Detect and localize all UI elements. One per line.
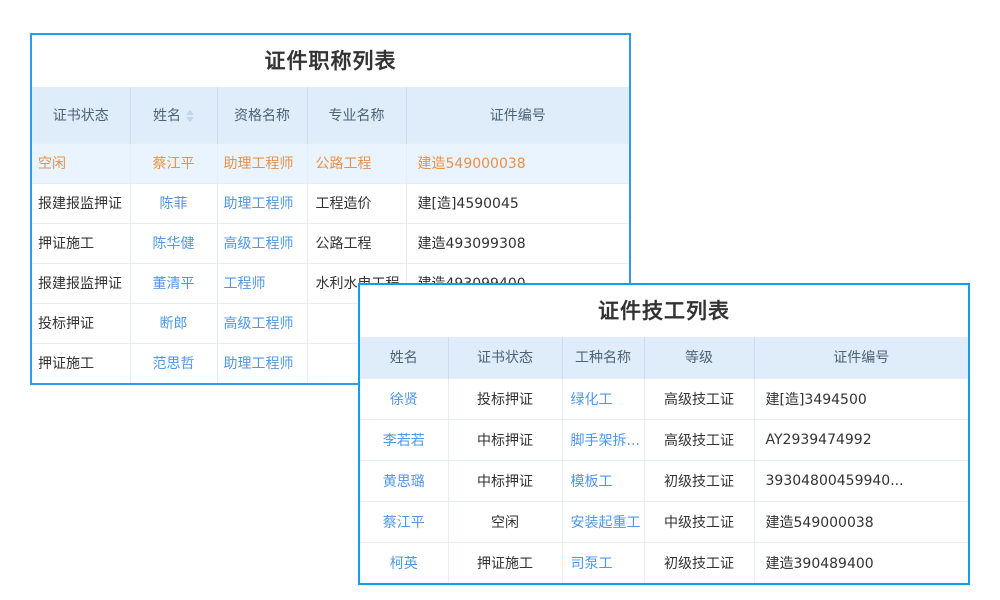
cell-status: 投标押证 — [32, 303, 130, 343]
table-row[interactable]: 蔡江平 空闲 安装起重工 中级技工证 建造549000038 — [360, 501, 968, 542]
table-row[interactable]: 押证施工 陈华健 高级工程师 公路工程 建造493099308 — [32, 223, 629, 263]
table-row[interactable]: 李若若 中标押证 脚手架拆... 高级技工证 AY2939474992 — [360, 419, 968, 460]
cell-name-link[interactable]: 董清平 — [130, 263, 217, 303]
panel-title: 证件职称列表 — [32, 35, 629, 87]
cell-status: 空闲 — [32, 143, 130, 183]
cell-name-link[interactable]: 柯英 — [360, 542, 448, 583]
col-header-level: 等级 — [644, 337, 754, 378]
table-row[interactable]: 柯英 押证施工 司泵工 初级技工证 建造390489400 — [360, 542, 968, 583]
cell-name-link[interactable]: 李若若 — [360, 419, 448, 460]
cell-status: 押证施工 — [32, 223, 130, 263]
col-header-work-type: 工种名称 — [562, 337, 644, 378]
cell-qualification-link[interactable]: 高级工程师 — [217, 303, 307, 343]
col-header-status: 证书状态 — [448, 337, 562, 378]
technician-certificates-panel: 证件技工列表 姓名 证书状态 工种名称 等级 证件编号 徐贤 投标押证 — [358, 283, 970, 585]
cell-qualification-link[interactable]: 助理工程师 — [217, 143, 307, 183]
col-header-cert-no: 证件编号 — [754, 337, 968, 378]
cell-status: 报建报监押证 — [32, 183, 130, 223]
cell-status: 空闲 — [448, 501, 562, 542]
cell-level: 初级技工证 — [644, 542, 754, 583]
cell-cert-no: 建[造]4590045 — [406, 183, 629, 223]
cell-cert-no: 建造549000038 — [754, 501, 968, 542]
cell-cert-no: AY2939474992 — [754, 419, 968, 460]
cell-name-link[interactable]: 徐贤 — [360, 378, 448, 419]
col-header-name[interactable]: 姓名 — [130, 87, 217, 143]
cell-work-type-link[interactable]: 模板工 — [562, 460, 644, 501]
cell-work-type-link[interactable]: 脚手架拆... — [562, 419, 644, 460]
cell-name-link[interactable]: 范思哲 — [130, 343, 217, 383]
col-header-major: 专业名称 — [307, 87, 406, 143]
cell-qualification-link[interactable]: 高级工程师 — [217, 223, 307, 263]
sort-icon[interactable] — [186, 110, 194, 122]
cell-cert-no: 建[造]3494500 — [754, 378, 968, 419]
cell-cert-no: 建造493099308 — [406, 223, 629, 263]
col-header-name: 姓名 — [360, 337, 448, 378]
col-header-cert-no: 证件编号 — [406, 87, 629, 143]
cell-work-type-link[interactable]: 绿化工 — [562, 378, 644, 419]
table-row[interactable]: 报建报监押证 陈菲 助理工程师 工程造价 建[造]4590045 — [32, 183, 629, 223]
cell-name-link[interactable]: 陈菲 — [130, 183, 217, 223]
cell-level: 初级技工证 — [644, 460, 754, 501]
cell-cert-no: 建造390489400 — [754, 542, 968, 583]
cell-qualification-link[interactable]: 工程师 — [217, 263, 307, 303]
cell-work-type-link[interactable]: 司泵工 — [562, 542, 644, 583]
cell-name-link[interactable]: 断郎 — [130, 303, 217, 343]
cell-status: 押证施工 — [32, 343, 130, 383]
cell-name-link[interactable]: 蔡江平 — [360, 501, 448, 542]
table-header-row: 证书状态 姓名 资格名称 专业名称 证件编号 — [32, 87, 629, 143]
cell-work-type-link[interactable]: 安装起重工 — [562, 501, 644, 542]
cell-cert-no: 39304800459940... — [754, 460, 968, 501]
panel-title: 证件技工列表 — [360, 285, 968, 337]
technician-certificates-table: 姓名 证书状态 工种名称 等级 证件编号 徐贤 投标押证 绿化工 高级技工证 建… — [360, 337, 968, 583]
cell-major: 公路工程 — [307, 223, 406, 263]
cell-level: 高级技工证 — [644, 378, 754, 419]
cell-name-link[interactable]: 黄思璐 — [360, 460, 448, 501]
col-header-qualification: 资格名称 — [217, 87, 307, 143]
table-row[interactable]: 空闲 蔡江平 助理工程师 公路工程 建造549000038 — [32, 143, 629, 183]
cell-major: 公路工程 — [307, 143, 406, 183]
col-header-status: 证书状态 — [32, 87, 130, 143]
cell-status: 中标押证 — [448, 460, 562, 501]
page: 证件职称列表 证书状态 姓名 资格名称 专业名称 证件编号 空闲 蔡江平 — [0, 0, 1000, 600]
cell-status: 中标押证 — [448, 419, 562, 460]
cell-status: 投标押证 — [448, 378, 562, 419]
cell-status: 押证施工 — [448, 542, 562, 583]
cell-qualification-link[interactable]: 助理工程师 — [217, 343, 307, 383]
table-row[interactable]: 徐贤 投标押证 绿化工 高级技工证 建[造]3494500 — [360, 378, 968, 419]
cell-name-link[interactable]: 蔡江平 — [130, 143, 217, 183]
cell-level: 中级技工证 — [644, 501, 754, 542]
cell-qualification-link[interactable]: 助理工程师 — [217, 183, 307, 223]
cell-status: 报建报监押证 — [32, 263, 130, 303]
cell-cert-no: 建造549000038 — [406, 143, 629, 183]
table-row[interactable]: 黄思璐 中标押证 模板工 初级技工证 39304800459940... — [360, 460, 968, 501]
table-header-row: 姓名 证书状态 工种名称 等级 证件编号 — [360, 337, 968, 378]
cell-name-link[interactable]: 陈华健 — [130, 223, 217, 263]
cell-major: 工程造价 — [307, 183, 406, 223]
cell-level: 高级技工证 — [644, 419, 754, 460]
